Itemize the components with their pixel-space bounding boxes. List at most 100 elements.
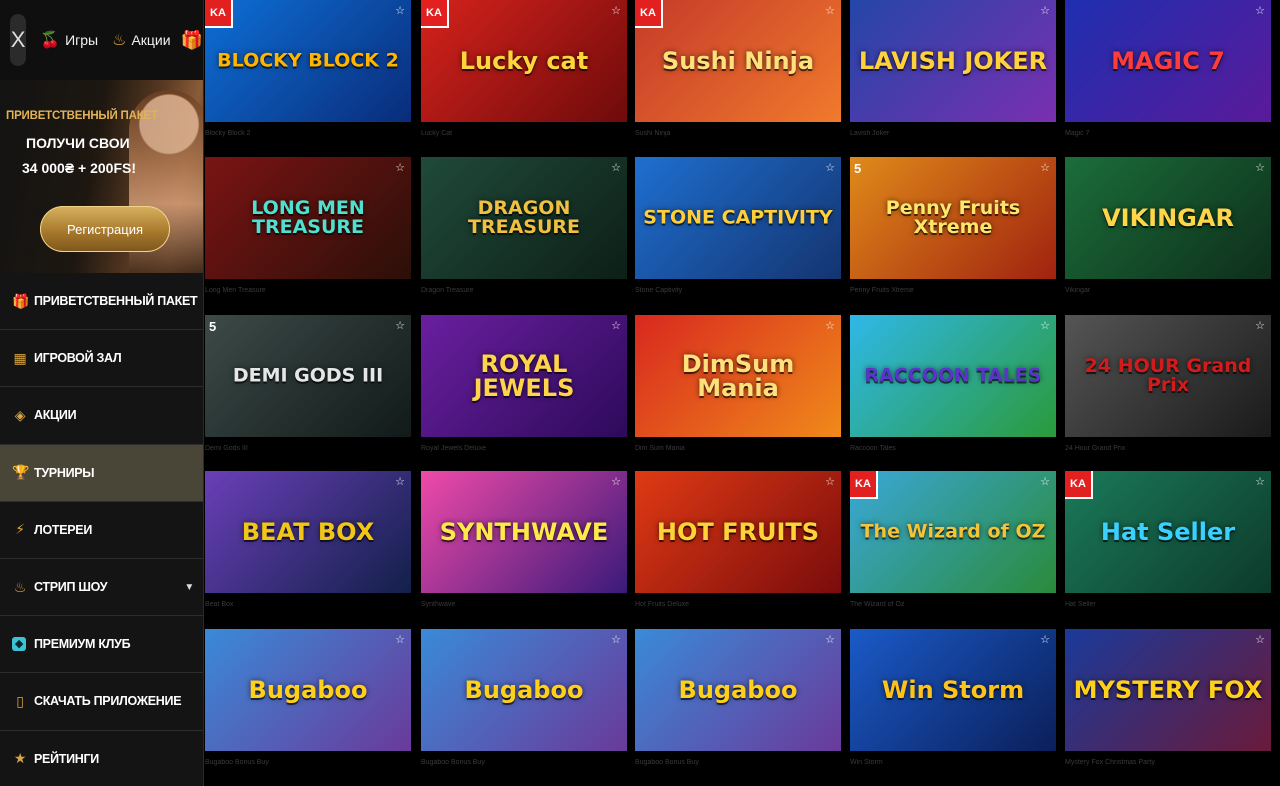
game-tile[interactable]: Bugaboo ☆ <box>635 629 841 751</box>
game-caption: Long Men Treasure <box>205 287 266 294</box>
favorite-star-icon[interactable]: ☆ <box>1040 475 1050 488</box>
game-caption: Dragon Treasure <box>421 287 474 294</box>
game-tile[interactable]: HOT FRUITS ☆ <box>635 471 841 593</box>
gift-icon[interactable]: 🎁 <box>181 30 203 51</box>
favorite-star-icon[interactable]: ☆ <box>611 319 621 332</box>
sidebar-item-1[interactable]: ▦ ИГРОВОЙ ЗАЛ <box>0 330 203 388</box>
provider-badge: 5 <box>854 161 862 176</box>
game-tile[interactable]: 5 Penny Fruits Xtreme ☆ <box>850 157 1056 279</box>
sidebar-item-0[interactable]: 🎁 ПРИВЕТСТВЕННЫЙ ПАКЕТ <box>0 273 203 331</box>
game-title-art: The Wizard of OZ <box>860 520 1046 543</box>
close-button[interactable]: X <box>10 14 27 66</box>
promotions-link[interactable]: ♨ Акции <box>112 30 170 50</box>
sidebar-item-label: ПРИВЕТСТВЕННЫЙ ПАКЕТ <box>34 294 198 309</box>
sidebar-item-4[interactable]: ⚡ ЛОТЕРЕИ <box>0 502 203 559</box>
game-tile[interactable]: 5 DEMI GODS III ☆ <box>205 315 411 437</box>
game-caption: Blocky Block 2 <box>205 130 251 137</box>
favorite-star-icon[interactable]: ☆ <box>1040 161 1050 174</box>
favorite-star-icon[interactable]: ☆ <box>1040 319 1050 332</box>
favorite-star-icon[interactable]: ☆ <box>825 4 835 17</box>
game-tile[interactable]: SYNTHWAVE ☆ <box>421 471 627 593</box>
provider-badge: KA <box>850 471 878 499</box>
game-title-art: Sushi Ninja <box>661 47 815 75</box>
game-caption: Bugaboo Bonus Buy <box>205 759 269 766</box>
provider-badge: KA <box>205 0 233 28</box>
favorite-star-icon[interactable]: ☆ <box>825 633 835 646</box>
provider-badge: 5 <box>209 319 217 334</box>
promo-title: ПРИВЕТСТВЕННЫЙ ПАКЕТ <box>6 110 158 122</box>
game-caption: Dim Sum Mania <box>635 445 685 452</box>
favorite-star-icon[interactable]: ☆ <box>1255 161 1265 174</box>
favorite-star-icon[interactable]: ☆ <box>1255 4 1265 17</box>
game-title-art: ROYAL JEWELS <box>473 350 575 402</box>
game-tile[interactable]: VIKINGAR ☆ <box>1065 157 1271 279</box>
game-title-art: STONE CAPTIVITY <box>643 206 833 229</box>
sidebar-item-6[interactable]: ◆ ПРЕМИУМ КЛУБ <box>0 616 203 674</box>
favorite-star-icon[interactable]: ☆ <box>1040 633 1050 646</box>
game-tile[interactable]: ROYAL JEWELS ☆ <box>421 315 627 437</box>
game-tile[interactable]: KA Hat Seller ☆ <box>1065 471 1271 593</box>
provider-badge: KA <box>1065 471 1093 499</box>
favorite-star-icon[interactable]: ☆ <box>825 319 835 332</box>
game-tile[interactable]: 24 HOUR Grand Prix ☆ <box>1065 315 1271 437</box>
game-tile[interactable]: KA BLOCKY BLOCK 2 ☆ <box>205 0 411 122</box>
favorite-star-icon[interactable]: ☆ <box>1040 4 1050 17</box>
favorite-star-icon[interactable]: ☆ <box>611 161 621 174</box>
game-title-art: DEMI GODS III <box>232 364 384 387</box>
games-link[interactable]: 🍒 Игры <box>40 30 98 50</box>
game-tile[interactable]: Bugaboo ☆ <box>421 629 627 751</box>
game-tile[interactable]: STONE CAPTIVITY ☆ <box>635 157 841 279</box>
chevron-down-icon[interactable]: ▼ <box>184 582 194 593</box>
game-tile[interactable]: DRAGON TREASURE ☆ <box>421 157 627 279</box>
game-title-art: Lucky cat <box>459 47 589 75</box>
game-tile[interactable]: KA Sushi Ninja ☆ <box>635 0 841 122</box>
game-caption: Sushi Ninja <box>635 130 671 137</box>
sidebar-item-label: СКАЧАТЬ ПРИЛОЖЕНИЕ <box>34 694 182 709</box>
favorite-star-icon[interactable]: ☆ <box>611 4 621 17</box>
game-tile[interactable]: RACCOON TALES ☆ <box>850 315 1056 437</box>
game-title-art: LONG MEN TREASURE <box>251 197 365 238</box>
register-button[interactable]: Регистрация <box>40 206 170 252</box>
favorite-star-icon[interactable]: ☆ <box>395 161 405 174</box>
favorite-star-icon[interactable]: ☆ <box>1255 475 1265 488</box>
gift-icon: 🎁 <box>12 292 30 309</box>
game-tile[interactable]: MAGIC 7 ☆ <box>1065 0 1271 122</box>
promo-subtitle: ПОЛУЧИ СВОИ <box>26 135 130 151</box>
game-tile[interactable]: LONG MEN TREASURE ☆ <box>205 157 411 279</box>
game-tile[interactable]: Bugaboo ☆ <box>205 629 411 751</box>
favorite-star-icon[interactable]: ☆ <box>395 475 405 488</box>
favorite-star-icon[interactable]: ☆ <box>825 475 835 488</box>
favorite-star-icon[interactable]: ☆ <box>395 4 405 17</box>
game-caption: Lavish Joker <box>850 130 890 137</box>
game-caption: Synthwave <box>421 601 456 608</box>
games-grid: KA BLOCKY BLOCK 2 ☆ Blocky Block 2 KA Lucky c… <box>205 0 1280 786</box>
favorite-star-icon[interactable]: ☆ <box>825 161 835 174</box>
game-tile[interactable]: KA The Wizard of OZ ☆ <box>850 471 1056 593</box>
sidebar-item-3[interactable]: 🏆 ТУРНИРЫ <box>0 444 203 502</box>
favorite-star-icon[interactable]: ☆ <box>611 475 621 488</box>
game-tile[interactable]: LAVISH JOKER ☆ <box>850 0 1056 122</box>
game-tile[interactable]: MYSTERY FOX ☆ <box>1065 629 1271 751</box>
sidebar-item-7[interactable]: ▯ СКАЧАТЬ ПРИЛОЖЕНИЕ <box>0 673 203 731</box>
game-tile[interactable]: DimSum Mania ☆ <box>635 315 841 437</box>
favorite-star-icon[interactable]: ☆ <box>611 633 621 646</box>
game-tile[interactable]: KA Lucky cat ☆ <box>421 0 627 122</box>
favorite-star-icon[interactable]: ☆ <box>395 633 405 646</box>
sidebar-item-5[interactable]: ♨ СТРИП ШОУ ▼ <box>0 559 203 617</box>
cherries-icon: 🍒 <box>40 32 61 49</box>
sidebar-item-2[interactable]: ◈ АКЦИИ <box>0 387 203 445</box>
provider-badge: KA <box>635 0 663 28</box>
game-tile[interactable]: Win Storm ☆ <box>850 629 1056 751</box>
game-title-art: DimSum Mania <box>681 350 795 402</box>
strip-icon: ♨ <box>13 578 27 595</box>
sidebar-item-8[interactable]: ★ РЕЙТИНГИ <box>0 731 203 786</box>
game-caption: Stone Captivity <box>635 287 683 294</box>
game-caption: Hot Fruits Deluxe <box>635 601 690 608</box>
sidebar-item-label: ЛОТЕРЕИ <box>34 522 93 537</box>
favorite-star-icon[interactable]: ☆ <box>1255 319 1265 332</box>
game-tile[interactable]: BEAT BOX ☆ <box>205 471 411 593</box>
favorite-star-icon[interactable]: ☆ <box>395 319 405 332</box>
favorite-star-icon[interactable]: ☆ <box>1255 633 1265 646</box>
flame-icon: ♨ <box>112 32 127 49</box>
welcome-promo-banner[interactable]: ПРИВЕТСТВЕННЫЙ ПАКЕТ ПОЛУЧИ СВОИ 34 000₴… <box>0 80 203 273</box>
